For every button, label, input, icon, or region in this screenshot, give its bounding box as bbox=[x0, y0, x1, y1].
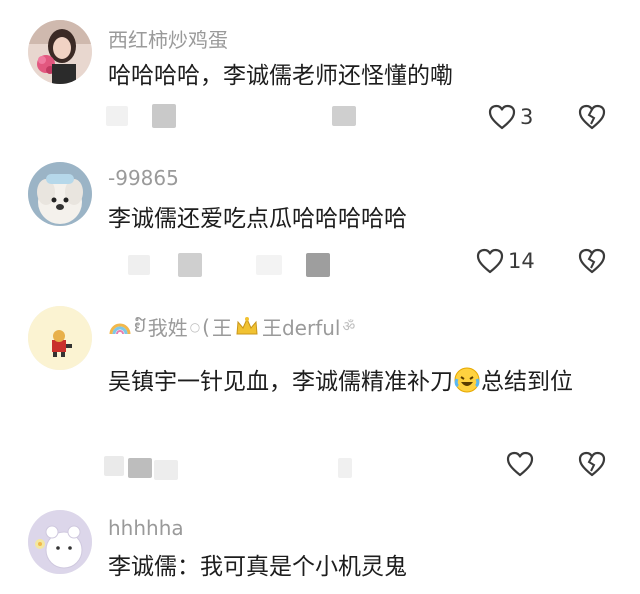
like-button[interactable] bbox=[506, 451, 534, 477]
blurred-meta bbox=[178, 253, 202, 277]
username[interactable]: ຢ໌ 我姓 ○ ( 王 王derful ॐ bbox=[108, 312, 355, 341]
username-part: 王 bbox=[211, 316, 232, 340]
comment-text-part: 总结到位 bbox=[481, 369, 573, 395]
like-button[interactable]: 3 bbox=[488, 104, 533, 130]
like-button[interactable]: 14 bbox=[476, 248, 535, 274]
avatar[interactable] bbox=[28, 510, 92, 574]
heart-icon bbox=[476, 248, 504, 274]
dislike-button[interactable] bbox=[578, 248, 606, 274]
avatar[interactable] bbox=[28, 306, 92, 370]
heart-icon bbox=[506, 451, 534, 477]
blurred-meta bbox=[338, 458, 352, 478]
comment-text-part: 吴镇宇一针见血，李诚儒精准补刀 bbox=[108, 369, 453, 395]
blurred-meta bbox=[306, 253, 330, 277]
dislike-button[interactable] bbox=[578, 451, 606, 477]
like-count: 3 bbox=[520, 105, 534, 129]
blurred-meta bbox=[128, 458, 152, 478]
comment-text: 吴镇宇一针见血，李诚儒精准补刀 总结到位 bbox=[108, 361, 608, 403]
comment-text: 李诚儒：我可真是个小机灵鬼 bbox=[108, 554, 407, 580]
decorative-glyph: ॐ bbox=[342, 319, 356, 335]
rainbow-icon bbox=[109, 323, 131, 334]
decorative-glyph: ( bbox=[202, 314, 210, 339]
username-part: 我姓 bbox=[147, 316, 188, 340]
like-count: 14 bbox=[508, 249, 535, 273]
decorative-glyph: ○ bbox=[189, 319, 201, 334]
username[interactable]: -99865 bbox=[108, 166, 179, 190]
username-part: 王derful bbox=[261, 316, 341, 340]
avatar[interactable] bbox=[28, 162, 92, 226]
comment-text: 哈哈哈哈，李诚儒老师还怪懂的嘞 bbox=[108, 63, 453, 89]
blurred-meta bbox=[104, 456, 124, 476]
avatar[interactable] bbox=[28, 20, 92, 84]
blurred-meta bbox=[332, 106, 356, 126]
blurred-meta bbox=[128, 255, 150, 275]
username[interactable]: hhhhha bbox=[108, 516, 184, 540]
blurred-meta bbox=[256, 255, 282, 275]
comment-text: 李诚儒还爱吃点瓜哈哈哈哈哈 bbox=[108, 206, 407, 232]
crown-icon bbox=[236, 316, 258, 334]
blurred-meta bbox=[106, 106, 128, 126]
crying-laughing-emoji-icon bbox=[453, 366, 481, 394]
blurred-meta bbox=[154, 460, 178, 480]
blurred-meta bbox=[152, 104, 176, 128]
dislike-button[interactable] bbox=[578, 104, 606, 130]
decorative-glyph: ຢ໌ bbox=[134, 316, 146, 337]
username[interactable]: 西红柿炒鸡蛋 bbox=[108, 24, 228, 53]
heart-icon bbox=[488, 104, 516, 130]
